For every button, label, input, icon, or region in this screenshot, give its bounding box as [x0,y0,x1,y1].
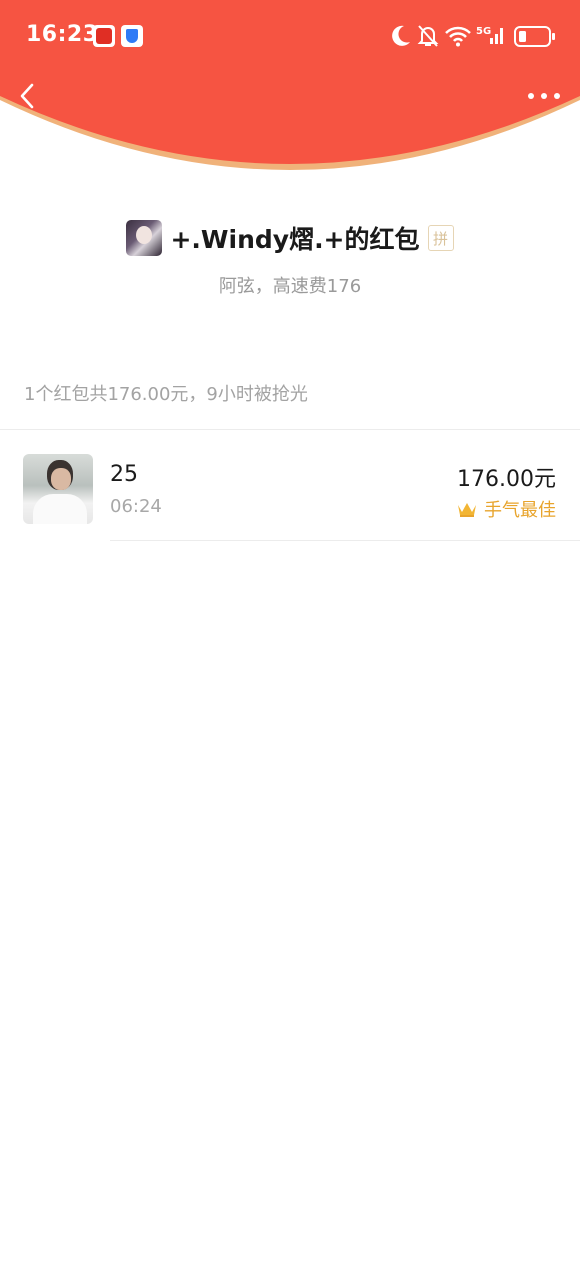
greeting-message: 阿弦，高速费176 [218,276,362,297]
divider [110,540,580,541]
sender-header: +.Windy熠.+的红包 拼 [0,218,580,258]
red-packet-detail-page: 16:23 5G +.Windy熠.+的红包 拼 阿弦，高速费176 1个红包共… [0,0,580,1265]
bell-off-icon [417,25,439,47]
status-bar: 16:23 5G [0,0,580,72]
list-item[interactable]: 25 06:24 176.00元 手气最佳 [0,440,580,542]
pin-badge: 拼 [427,225,454,251]
shield-icon [121,25,143,47]
avatar[interactable] [23,454,93,524]
sender-avatar[interactable] [126,220,163,256]
battery-icon [514,26,555,47]
received-amount: 176.00元 [457,467,556,492]
recipient-name: 25 [110,462,138,487]
svg-text:5G: 5G [476,26,491,37]
wifi-icon [445,26,471,47]
summary-text: 1个红包共176.00元，9小时被抢光 [24,384,308,405]
signal-5g-icon: 5G [476,26,503,44]
more-options-button[interactable] [526,86,562,106]
receive-time: 06:24 [110,496,162,517]
pinduoduo-icon [93,25,115,47]
sender-name: +.Windy熠.+的红包 [170,225,420,254]
moon-icon [392,25,410,46]
best-luck-badge: 手气最佳 [456,496,556,522]
crown-icon [458,503,476,517]
best-luck-label: 手气最佳 [484,500,556,521]
back-button[interactable] [12,80,46,114]
status-time: 16:23 [26,22,99,47]
divider [0,429,580,430]
